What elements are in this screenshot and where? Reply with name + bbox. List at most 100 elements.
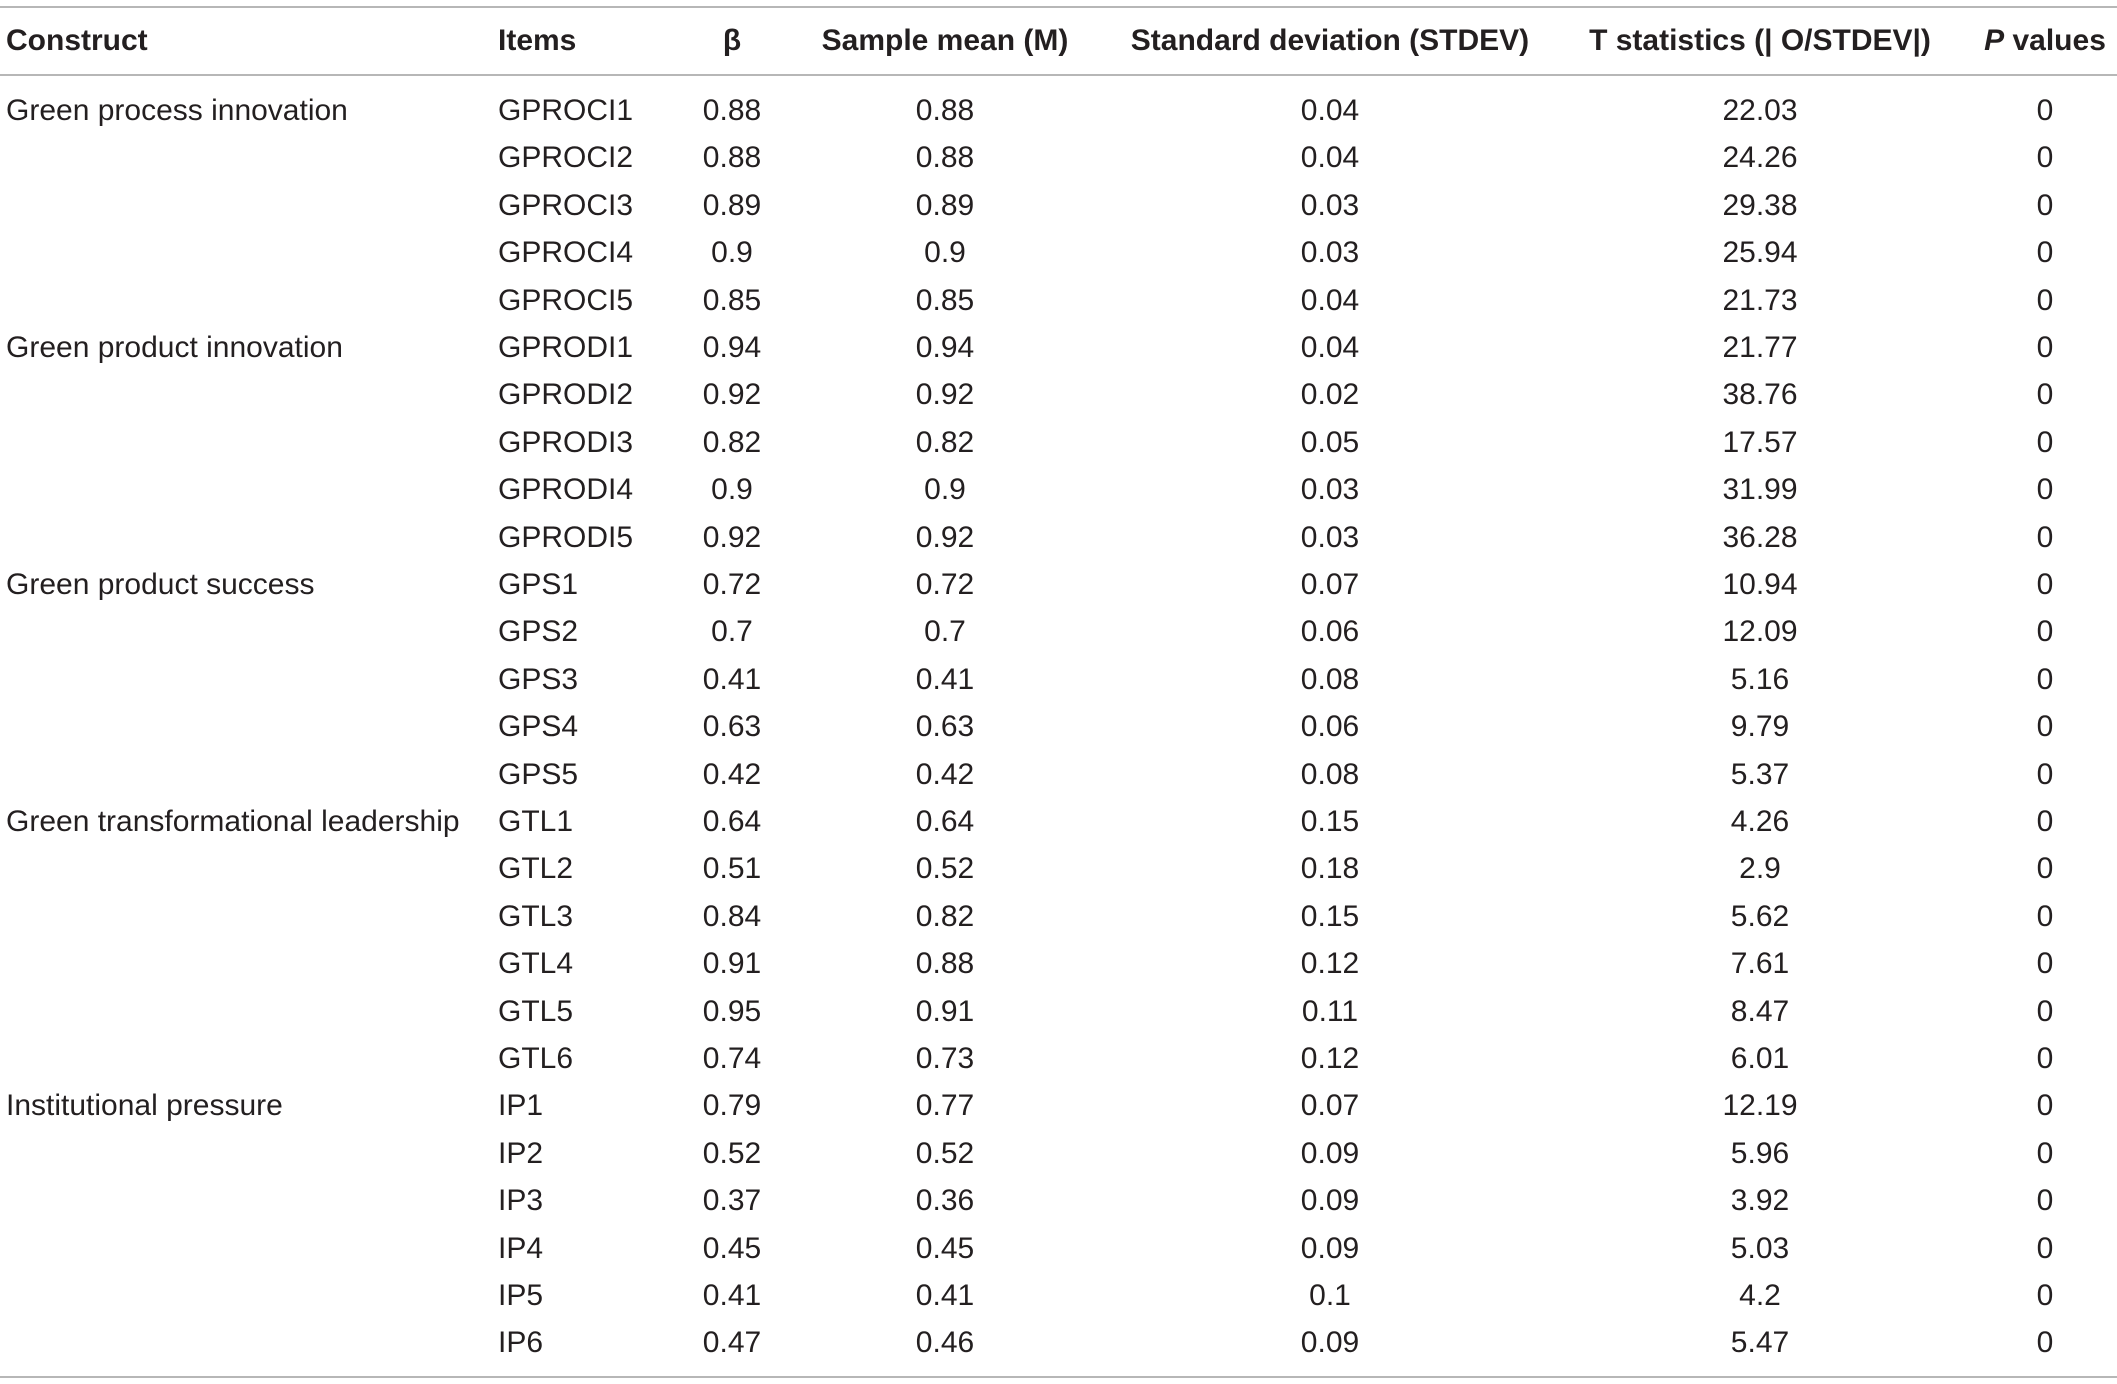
cell-sample-mean: 0.92 — [915, 378, 975, 411]
cell-p-value: 0 — [2036, 94, 2054, 127]
cell-standard-deviation: 0.06 — [1300, 615, 1360, 648]
cell-standard-deviation: 0.07 — [1300, 1089, 1360, 1122]
cell-beta: 0.52 — [702, 1137, 762, 1170]
cell-item: GPRODI5 — [498, 521, 634, 554]
cell-item: GPS4 — [498, 710, 579, 743]
cell-item: IP6 — [498, 1326, 544, 1359]
cell-p-value: 0 — [2036, 331, 2054, 364]
cell-beta: 0.89 — [702, 189, 762, 222]
cell-beta: 0.37 — [702, 1184, 762, 1217]
cell-t-statistic: 12.09 — [1722, 615, 1798, 648]
cell-item: GPRODI4 — [498, 473, 634, 506]
cell-beta: 0.64 — [702, 805, 762, 838]
cell-sample-mean: 0.88 — [915, 141, 975, 174]
cell-standard-deviation: 0.08 — [1300, 663, 1360, 696]
cell-standard-deviation: 0.09 — [1300, 1137, 1360, 1170]
cell-item: GPS3 — [498, 663, 579, 696]
cell-p-value: 0 — [2036, 758, 2054, 791]
header-sample-mean: Sample mean (M) — [821, 24, 1069, 57]
cell-t-statistic: 21.73 — [1722, 284, 1798, 317]
cell-standard-deviation: 0.09 — [1300, 1184, 1360, 1217]
cell-t-statistic: 5.16 — [1730, 663, 1790, 696]
cell-t-statistic: 31.99 — [1722, 473, 1798, 506]
cell-standard-deviation: 0.03 — [1300, 521, 1360, 554]
cell-item: GPROCI4 — [498, 236, 634, 269]
cell-standard-deviation: 0.04 — [1300, 141, 1360, 174]
cell-beta: 0.45 — [702, 1232, 762, 1265]
cell-item: IP2 — [498, 1137, 544, 1170]
cell-item: GPRODI1 — [498, 331, 634, 364]
cell-standard-deviation: 0.12 — [1300, 1042, 1360, 1075]
cell-standard-deviation: 0.08 — [1300, 758, 1360, 791]
cell-standard-deviation: 0.03 — [1300, 236, 1360, 269]
cell-standard-deviation: 0.03 — [1300, 189, 1360, 222]
cell-sample-mean: 0.85 — [915, 284, 975, 317]
cell-item: GTL4 — [498, 947, 574, 980]
cell-beta: 0.7 — [711, 615, 753, 648]
cell-sample-mean: 0.45 — [915, 1232, 975, 1265]
cell-sample-mean: 0.9 — [924, 473, 966, 506]
cell-sample-mean: 0.41 — [915, 663, 975, 696]
header-t-statistics: T statistics (| O/STDEV|) — [1589, 24, 1931, 57]
cell-t-statistic: 36.28 — [1722, 521, 1798, 554]
cell-t-statistic: 4.26 — [1730, 805, 1790, 838]
cell-standard-deviation: 0.1 — [1309, 1279, 1351, 1312]
cell-beta: 0.91 — [702, 947, 762, 980]
cell-item: GTL1 — [498, 805, 574, 838]
cell-sample-mean: 0.52 — [915, 852, 975, 885]
cell-beta: 0.92 — [702, 521, 762, 554]
cell-t-statistic: 38.76 — [1722, 378, 1798, 411]
cell-sample-mean: 0.63 — [915, 710, 975, 743]
cell-t-statistic: 5.96 — [1730, 1137, 1790, 1170]
cell-item: GPROCI2 — [498, 141, 634, 174]
cell-p-value: 0 — [2036, 1326, 2054, 1359]
cell-p-value: 0 — [2036, 1232, 2054, 1265]
cell-sample-mean: 0.46 — [915, 1326, 975, 1359]
cell-item: GTL5 — [498, 995, 574, 1028]
cell-sample-mean: 0.94 — [915, 331, 975, 364]
header-p-values: P values — [1975, 24, 2115, 58]
cell-standard-deviation: 0.04 — [1300, 284, 1360, 317]
cell-p-value: 0 — [2036, 900, 2054, 933]
cell-t-statistic: 3.92 — [1730, 1184, 1790, 1217]
cell-beta: 0.79 — [702, 1089, 762, 1122]
cell-t-statistic: 7.61 — [1730, 947, 1790, 980]
cell-standard-deviation: 0.02 — [1300, 378, 1360, 411]
cell-p-value: 0 — [2036, 615, 2054, 648]
cell-beta: 0.63 — [702, 710, 762, 743]
cell-construct: Green product success — [6, 568, 315, 601]
cell-p-value: 0 — [2036, 1184, 2054, 1217]
table-header-rule — [0, 74, 2117, 76]
cell-sample-mean: 0.41 — [915, 1279, 975, 1312]
cell-sample-mean: 0.36 — [915, 1184, 975, 1217]
cell-p-value: 0 — [2036, 710, 2054, 743]
cell-item: GPS5 — [498, 758, 579, 791]
cell-t-statistic: 5.37 — [1730, 758, 1790, 791]
cell-beta: 0.9 — [711, 236, 753, 269]
cell-standard-deviation: 0.18 — [1300, 852, 1360, 885]
cell-sample-mean: 0.88 — [915, 94, 975, 127]
cell-item: GPROCI1 — [498, 94, 634, 127]
cell-beta: 0.41 — [702, 663, 762, 696]
cell-standard-deviation: 0.09 — [1300, 1326, 1360, 1359]
cell-p-value: 0 — [2036, 426, 2054, 459]
cell-sample-mean: 0.72 — [915, 568, 975, 601]
cell-item: IP4 — [498, 1232, 544, 1265]
cell-sample-mean: 0.9 — [924, 236, 966, 269]
cell-p-value: 0 — [2036, 852, 2054, 885]
cell-standard-deviation: 0.12 — [1300, 947, 1360, 980]
cell-sample-mean: 0.77 — [915, 1089, 975, 1122]
cell-standard-deviation: 0.15 — [1300, 805, 1360, 838]
cell-t-statistic: 12.19 — [1722, 1089, 1798, 1122]
cell-p-value: 0 — [2036, 284, 2054, 317]
cell-t-statistic: 8.47 — [1730, 995, 1790, 1028]
cell-sample-mean: 0.89 — [915, 189, 975, 222]
cell-t-statistic: 5.47 — [1730, 1326, 1790, 1359]
cell-t-statistic: 22.03 — [1722, 94, 1798, 127]
cell-p-value: 0 — [2036, 1279, 2054, 1312]
cell-item: IP5 — [498, 1279, 544, 1312]
table-bottom-rule — [0, 1376, 2117, 1378]
cell-t-statistic: 5.03 — [1730, 1232, 1790, 1265]
cell-construct: Green process innovation — [6, 94, 348, 127]
cell-beta: 0.85 — [702, 284, 762, 317]
